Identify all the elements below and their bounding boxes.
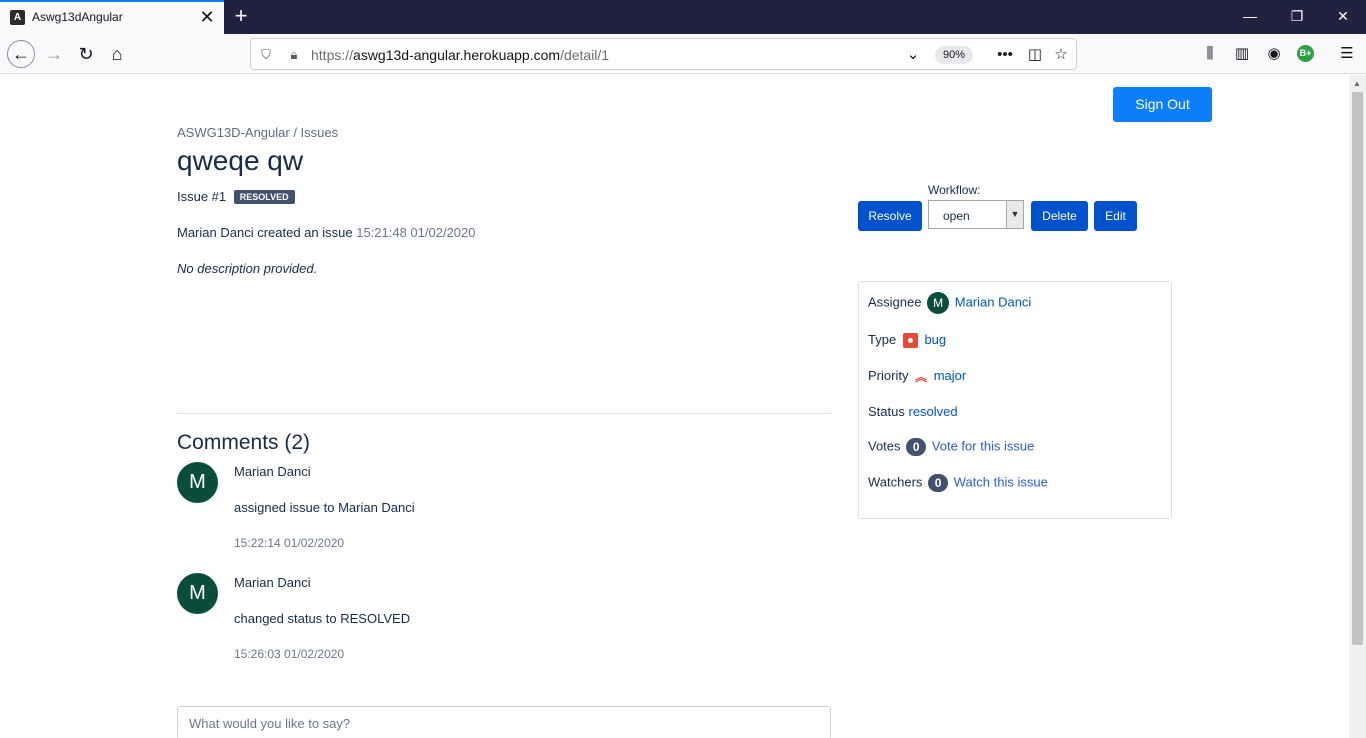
- shield-icon[interactable]: ⛉: [257, 46, 275, 64]
- extension-icon[interactable]: B+: [1297, 45, 1314, 62]
- menu-icon[interactable]: ☰: [1337, 44, 1357, 64]
- breadcrumb[interactable]: ASWG13D-Angular / Issues: [177, 125, 338, 140]
- back-arrow-icon[interactable]: ←: [7, 40, 35, 68]
- watchers-label: Watchers: [868, 474, 923, 490]
- priority-label: Priority: [868, 368, 909, 383]
- edit-button[interactable]: Edit: [1094, 201, 1137, 231]
- votes-label: Votes: [868, 438, 901, 454]
- votes-count: 0: [906, 438, 927, 456]
- created-line: Marian Danci created an issue 15:21:48 0…: [177, 225, 476, 240]
- comment-time: 15:26:03 01/02/2020: [234, 647, 345, 661]
- scroll-up-icon[interactable]: ▲: [1353, 79, 1361, 88]
- priority-row: Priority ︽ major: [868, 368, 966, 383]
- home-icon[interactable]: ⌂: [103, 40, 131, 68]
- window-close-icon[interactable]: ✕: [1332, 6, 1354, 26]
- assignee-label: Assignee: [868, 294, 922, 310]
- account-icon[interactable]: ◉: [1264, 44, 1284, 64]
- status-row: Status resolved: [868, 404, 958, 419]
- page-title: qweqe qw: [177, 145, 304, 176]
- divider: [177, 413, 831, 414]
- angular-favicon: A: [10, 10, 25, 25]
- workflow-label: Workflow:: [928, 183, 981, 197]
- pocket-icon[interactable]: ◫: [1025, 45, 1045, 65]
- avatar: M: [177, 462, 218, 503]
- issue-meta: Issue #1 RESOLVED: [177, 189, 295, 204]
- bug-icon: [902, 333, 918, 349]
- assignee-link[interactable]: Marian Danci: [955, 294, 1032, 309]
- close-icon[interactable]: ✕: [197, 7, 217, 27]
- type-label: Type: [868, 332, 897, 347]
- issue-description: No description provided.: [177, 261, 318, 276]
- comment-input[interactable]: [177, 706, 831, 738]
- restore-icon[interactable]: ❐: [1286, 6, 1308, 26]
- avatar: M: [927, 292, 950, 314]
- star-icon[interactable]: ☆: [1051, 45, 1071, 65]
- watchers-row: Watchers 0 Watch this issue: [868, 474, 1048, 492]
- created-text: Marian Danci created an issue: [177, 225, 353, 240]
- tab-strip: A Aswg13dAngular ✕ + — ❐ ✕: [0, 0, 1366, 34]
- avatar: M: [177, 573, 218, 614]
- sign-out-button[interactable]: Sign Out: [1113, 87, 1212, 122]
- status-badge: RESOLVED: [233, 190, 295, 204]
- chevron-down-icon[interactable]: ▼: [1006, 201, 1023, 228]
- comment-item: M Marian Danci changed status to RESOLVE…: [177, 573, 831, 673]
- zoom-level[interactable]: 90%: [935, 46, 973, 64]
- created-time: 15:21:48 01/02/2020: [356, 225, 476, 240]
- scrollbar-thumb[interactable]: [1352, 92, 1363, 645]
- plus-icon[interactable]: +: [230, 4, 252, 28]
- comment-author: Marian Danci: [234, 464, 311, 479]
- votes-row: Votes 0 Vote for this issue: [868, 438, 1034, 456]
- assignee-row: Assignee M Marian Danci: [868, 292, 1031, 314]
- chevron-down-icon[interactable]: ⌄: [903, 45, 923, 65]
- type-link[interactable]: bug: [924, 332, 946, 347]
- status-link[interactable]: resolved: [908, 404, 957, 419]
- forward-arrow-icon[interactable]: →: [40, 40, 68, 68]
- resolve-button[interactable]: Resolve: [858, 201, 922, 231]
- page-content: Sign Out ASWG13D-Angular / Issues qweqe …: [0, 75, 1349, 738]
- type-row: Type bug: [868, 332, 946, 349]
- comment-author: Marian Danci: [234, 575, 311, 590]
- comments-heading: Comments (2): [177, 431, 311, 454]
- reload-icon[interactable]: ↻: [72, 40, 100, 68]
- active-tab[interactable]: A Aswg13dAngular ✕: [0, 0, 224, 34]
- url-text[interactable]: https://aswg13d-angular.herokuapp.com/de…: [311, 47, 609, 63]
- delete-button[interactable]: Delete: [1031, 201, 1088, 231]
- comment-time: 15:22:14 01/02/2020: [234, 536, 345, 550]
- details-panel: Assignee M Marian Danci Type bug Priorit…: [858, 281, 1172, 519]
- vote-link[interactable]: Vote for this issue: [932, 438, 1035, 453]
- comment-text: assigned issue to Marian Danci: [234, 500, 415, 515]
- lock-icon[interactable]: 🔒︎: [285, 46, 303, 64]
- priority-major-icon: ︽: [915, 369, 928, 384]
- watch-link[interactable]: Watch this issue: [954, 474, 1048, 489]
- status-label: Status: [868, 404, 905, 419]
- issue-number: Issue #1: [177, 189, 227, 204]
- scrollbar[interactable]: ▲: [1349, 75, 1366, 738]
- comment-text: changed status to RESOLVED: [234, 611, 411, 626]
- minimize-icon[interactable]: —: [1239, 6, 1261, 26]
- tab-title: Aswg13dAngular: [32, 10, 123, 24]
- navigation-toolbar: ← → ↻ ⌂ ⛉ 🔒︎ https://aswg13d-angular.her…: [0, 34, 1366, 74]
- more-icon[interactable]: •••: [995, 45, 1015, 65]
- priority-link[interactable]: major: [934, 368, 967, 383]
- library-icon[interactable]: ⫼: [1200, 44, 1220, 64]
- url-bar[interactable]: ⛉ 🔒︎ https://aswg13d-angular.herokuapp.c…: [250, 38, 1077, 70]
- comment-item: M Marian Danci assigned issue to Marian …: [177, 462, 831, 562]
- workflow-select[interactable]: open ▼: [928, 200, 1024, 229]
- workflow-value: open: [943, 209, 970, 223]
- sidebar-icon[interactable]: ▥: [1232, 44, 1252, 64]
- watchers-count: 0: [928, 474, 949, 492]
